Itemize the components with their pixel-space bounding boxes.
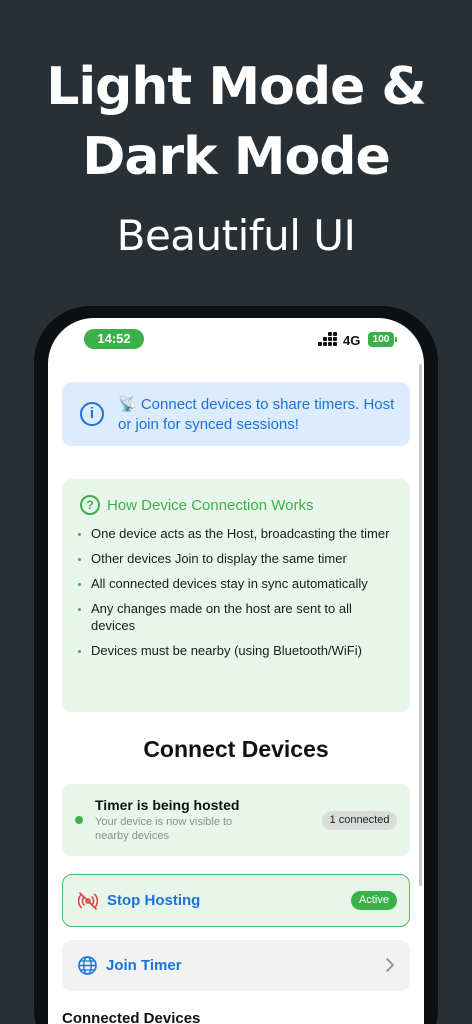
bullet-icon bbox=[78, 583, 81, 586]
info-icon: i bbox=[80, 402, 104, 426]
globe-icon bbox=[78, 956, 97, 975]
chevron-right-icon bbox=[386, 958, 394, 972]
list-item: All connected devices stay in sync autom… bbox=[76, 575, 396, 592]
battery-indicator: 100 bbox=[368, 332, 397, 347]
connected-count-badge: 1 connected bbox=[322, 811, 397, 830]
question-circle-icon: ? bbox=[80, 495, 100, 515]
promo-header: Light Mode & Dark Mode Beautiful UI bbox=[0, 52, 472, 266]
headline-line-1: Light Mode & bbox=[46, 57, 427, 117]
status-time: 14:52 bbox=[84, 329, 144, 349]
join-timer-button[interactable]: Join Timer bbox=[62, 940, 410, 991]
connected-devices-heading: Connected Devices bbox=[62, 1010, 201, 1024]
list-item: One device acts as the Host, broadcastin… bbox=[76, 525, 396, 542]
phone-screen: 14:52 4G 100 i 📡 Connect devices to shar… bbox=[48, 318, 424, 1024]
info-banner-text: 📡 Connect devices to share timers. Host … bbox=[118, 396, 395, 433]
signal-icon bbox=[318, 332, 338, 346]
bullet-icon bbox=[78, 608, 81, 611]
scroll-indicator[interactable] bbox=[419, 364, 422, 886]
bullet-icon bbox=[78, 650, 81, 653]
how-it-works-list: One device acts as the Host, broadcastin… bbox=[76, 525, 396, 659]
list-item: Devices must be nearby (using Bluetooth/… bbox=[76, 642, 396, 659]
list-item: Any changes made on the host are sent to… bbox=[76, 600, 396, 634]
headline-line-2: Dark Mode bbox=[82, 127, 391, 187]
active-badge: Active bbox=[351, 891, 397, 910]
stop-hosting-button[interactable]: Stop Hosting Active bbox=[62, 874, 410, 927]
status-bar: 14:52 4G 100 bbox=[48, 318, 424, 366]
subheadline: Beautiful UI bbox=[116, 211, 356, 260]
broadcast-off-icon bbox=[78, 892, 98, 910]
hosting-status-subtitle: Your device is now visible to nearby dev… bbox=[95, 816, 233, 842]
bullet-icon bbox=[78, 558, 81, 561]
stop-hosting-label: Stop Hosting bbox=[107, 892, 201, 909]
bullet-icon bbox=[78, 533, 81, 536]
network-type: 4G bbox=[343, 333, 361, 348]
hosting-status-title: Timer is being hosted bbox=[95, 797, 240, 813]
how-it-works-title: How Device Connection Works bbox=[107, 497, 314, 514]
join-timer-label: Join Timer bbox=[106, 957, 182, 974]
list-item: Other devices Join to display the same t… bbox=[76, 550, 396, 567]
hosting-status-card: Timer is being hosted Your device is now… bbox=[62, 784, 410, 856]
info-banner: i 📡 Connect devices to share timers. Hos… bbox=[62, 382, 410, 446]
status-dot bbox=[75, 816, 83, 824]
how-it-works-card: ? How Device Connection Works One device… bbox=[62, 479, 410, 712]
section-title: Connect Devices bbox=[143, 736, 329, 762]
